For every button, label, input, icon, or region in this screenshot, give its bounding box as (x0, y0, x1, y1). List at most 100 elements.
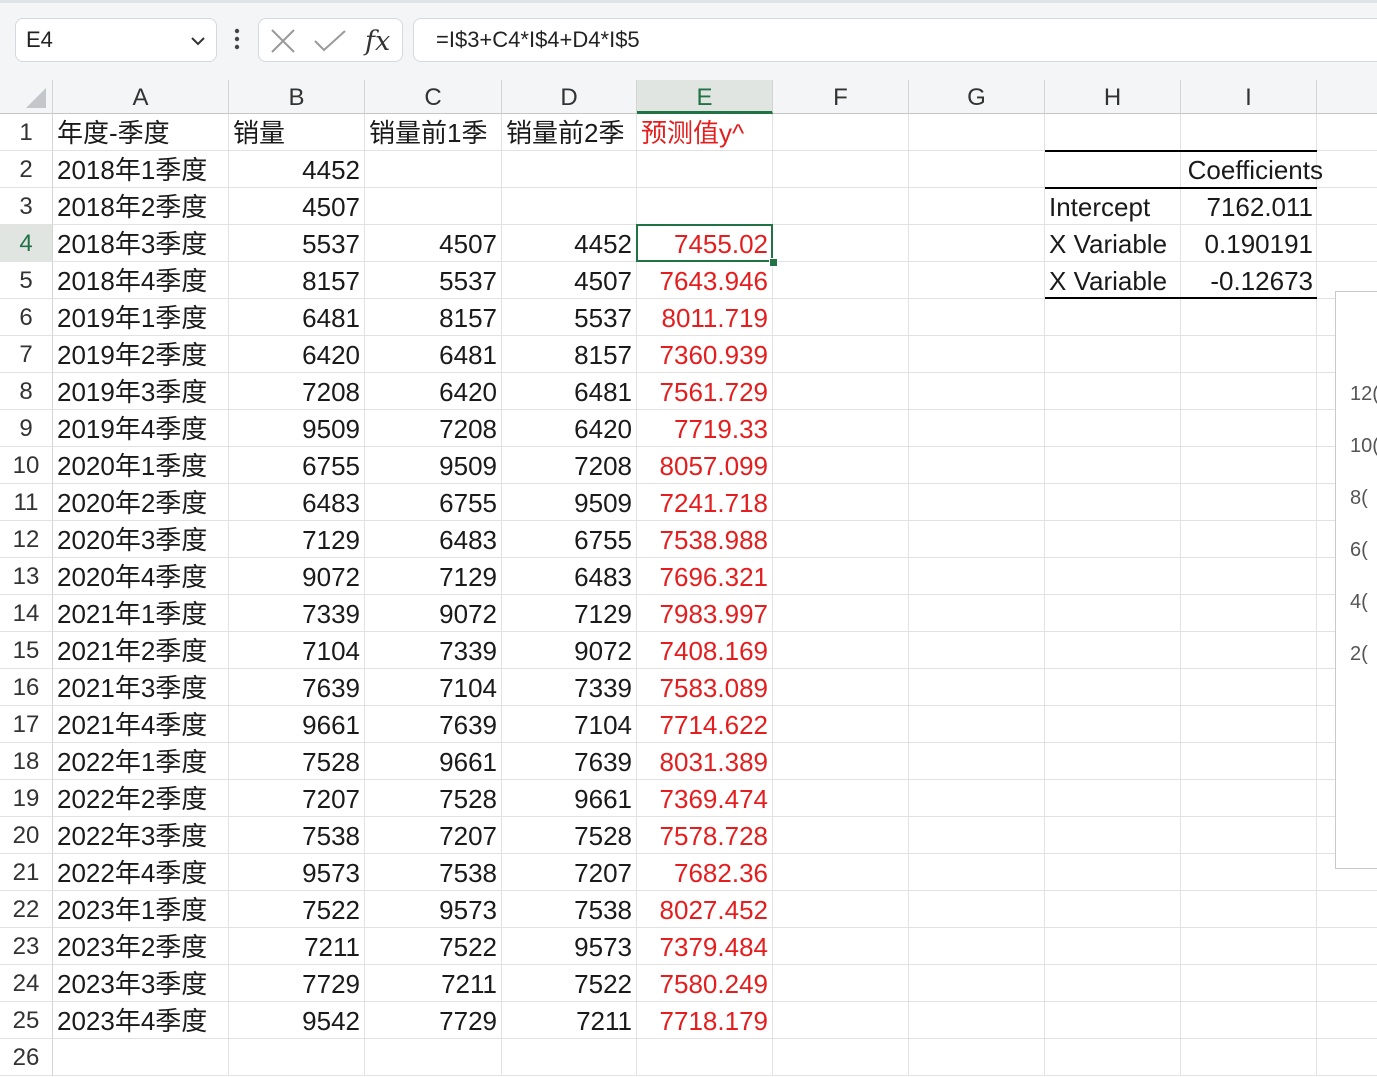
row-header-8[interactable]: 8 (0, 373, 53, 410)
cell-next4[interactable] (1317, 225, 1377, 262)
cell-e26[interactable] (637, 1039, 773, 1076)
cell-a18[interactable]: 2022年1季度 (53, 743, 229, 780)
cell-g8[interactable] (909, 373, 1045, 410)
cell-a21[interactable]: 2022年4季度 (53, 854, 229, 891)
cell-i6[interactable] (1181, 299, 1317, 336)
cell-d23[interactable]: 9573 (502, 928, 637, 965)
cell-i8[interactable] (1181, 373, 1317, 410)
cell-f23[interactable] (773, 928, 909, 965)
cell-i26[interactable] (1181, 1039, 1317, 1076)
cell-h9[interactable] (1045, 410, 1181, 447)
more-options-icon[interactable] (229, 27, 245, 53)
cell-f9[interactable] (773, 410, 909, 447)
cell-a19[interactable]: 2022年2季度 (53, 780, 229, 817)
cell-f25[interactable] (773, 1002, 909, 1039)
cell-i11[interactable] (1181, 484, 1317, 521)
cell-i18[interactable] (1181, 743, 1317, 780)
cell-d24[interactable]: 7522 (502, 965, 637, 1002)
cell-c26[interactable] (365, 1039, 502, 1076)
cell-e24[interactable]: 7580.249 (637, 965, 773, 1002)
row-header-15[interactable]: 15 (0, 632, 53, 669)
cell-e14[interactable]: 7983.997 (637, 595, 773, 632)
cell-e20[interactable]: 7578.728 (637, 817, 773, 854)
cell-e1[interactable]: 预测值y^ (637, 114, 773, 151)
cell-a7[interactable]: 2019年2季度 (53, 336, 229, 373)
cell-d20[interactable]: 7528 (502, 817, 637, 854)
cell-b4[interactable]: 5537 (229, 225, 365, 262)
cell-f7[interactable] (773, 336, 909, 373)
row-header-10[interactable]: 10 (0, 447, 53, 484)
cell-c6[interactable]: 8157 (365, 299, 502, 336)
cell-a5[interactable]: 2018年4季度 (53, 262, 229, 299)
cell-h24[interactable] (1045, 965, 1181, 1002)
row-header-4[interactable]: 4 (0, 225, 53, 262)
column-header-b[interactable]: B (229, 80, 365, 114)
cell-h21[interactable] (1045, 854, 1181, 891)
row-header-13[interactable]: 13 (0, 558, 53, 595)
cell-a26[interactable] (53, 1039, 229, 1076)
cell-c25[interactable]: 7729 (365, 1002, 502, 1039)
row-header-20[interactable]: 20 (0, 817, 53, 854)
cell-b19[interactable]: 7207 (229, 780, 365, 817)
cell-d17[interactable]: 7104 (502, 706, 637, 743)
cell-h10[interactable] (1045, 447, 1181, 484)
cell-next24[interactable] (1317, 965, 1377, 1002)
cell-a6[interactable]: 2019年1季度 (53, 299, 229, 336)
cell-i24[interactable] (1181, 965, 1317, 1002)
cell-g22[interactable] (909, 891, 1045, 928)
cell-i15[interactable] (1181, 632, 1317, 669)
cell-c10[interactable]: 9509 (365, 447, 502, 484)
cell-e21[interactable]: 7682.36 (637, 854, 773, 891)
cell-g15[interactable] (909, 632, 1045, 669)
column-header-next[interactable] (1317, 80, 1377, 114)
cell-g12[interactable] (909, 521, 1045, 558)
cell-next3[interactable] (1317, 188, 1377, 225)
cell-f2[interactable] (773, 151, 909, 188)
column-header-g[interactable]: G (909, 80, 1045, 114)
cell-c5[interactable]: 5537 (365, 262, 502, 299)
cell-h23[interactable] (1045, 928, 1181, 965)
cell-i25[interactable] (1181, 1002, 1317, 1039)
cell-h1[interactable] (1045, 114, 1181, 151)
chevron-down-icon[interactable] (188, 31, 208, 51)
row-header-21[interactable]: 21 (0, 854, 53, 891)
enter-check-icon[interactable] (313, 28, 347, 54)
cell-d11[interactable]: 9509 (502, 484, 637, 521)
cell-i17[interactable] (1181, 706, 1317, 743)
column-header-c[interactable]: C (365, 80, 502, 114)
cell-h6[interactable] (1045, 299, 1181, 336)
cell-b20[interactable]: 7538 (229, 817, 365, 854)
cell-g5[interactable] (909, 262, 1045, 299)
cell-g6[interactable] (909, 299, 1045, 336)
cell-f24[interactable] (773, 965, 909, 1002)
row-header-16[interactable]: 16 (0, 669, 53, 706)
cell-g9[interactable] (909, 410, 1045, 447)
cell-h12[interactable] (1045, 521, 1181, 558)
row-header-1[interactable]: 1 (0, 114, 53, 151)
cell-h8[interactable] (1045, 373, 1181, 410)
cell-g26[interactable] (909, 1039, 1045, 1076)
cell-d18[interactable]: 7639 (502, 743, 637, 780)
cell-a23[interactable]: 2023年2季度 (53, 928, 229, 965)
cell-e6[interactable]: 8011.719 (637, 299, 773, 336)
cell-h14[interactable] (1045, 595, 1181, 632)
cell-f5[interactable] (773, 262, 909, 299)
cell-h11[interactable] (1045, 484, 1181, 521)
cell-d26[interactable] (502, 1039, 637, 1076)
row-header-18[interactable]: 18 (0, 743, 53, 780)
cell-e4[interactable]: 7455.02 (637, 225, 773, 262)
cell-e11[interactable]: 7241.718 (637, 484, 773, 521)
cell-b16[interactable]: 7639 (229, 669, 365, 706)
cell-b17[interactable]: 9661 (229, 706, 365, 743)
cell-b8[interactable]: 7208 (229, 373, 365, 410)
cell-d7[interactable]: 8157 (502, 336, 637, 373)
cell-i22[interactable] (1181, 891, 1317, 928)
cell-h16[interactable] (1045, 669, 1181, 706)
cell-e17[interactable]: 7714.622 (637, 706, 773, 743)
cell-g21[interactable] (909, 854, 1045, 891)
cell-e13[interactable]: 7696.321 (637, 558, 773, 595)
cell-b25[interactable]: 9542 (229, 1002, 365, 1039)
row-header-6[interactable]: 6 (0, 299, 53, 336)
cell-g3[interactable] (909, 188, 1045, 225)
cell-i12[interactable] (1181, 521, 1317, 558)
